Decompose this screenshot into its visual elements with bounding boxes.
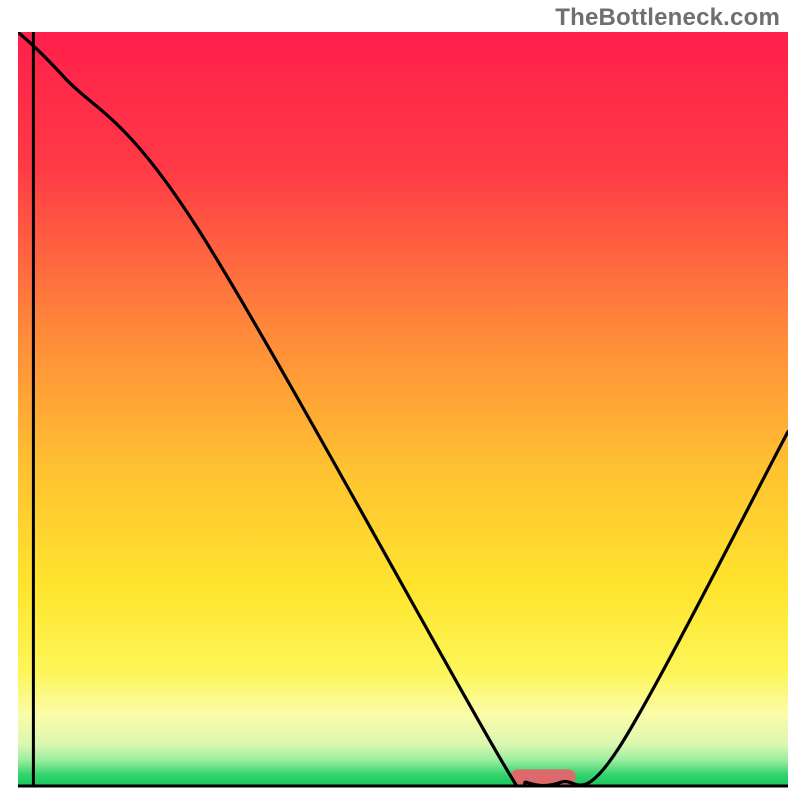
watermark-label: TheBottleneck.com	[555, 4, 780, 32]
gradient-background	[18, 32, 788, 786]
chart-stage: TheBottleneck.com	[0, 0, 800, 800]
bottleneck-line-chart	[0, 0, 800, 800]
